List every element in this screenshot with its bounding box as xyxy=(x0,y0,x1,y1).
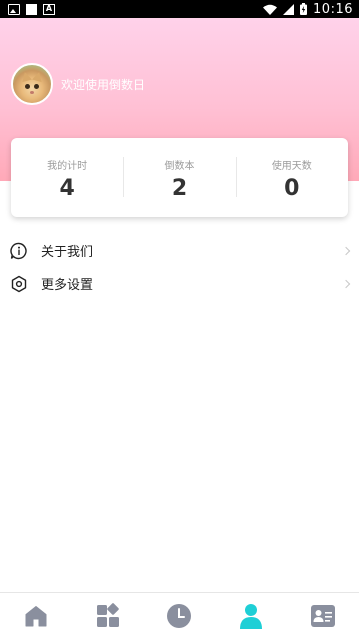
menu-item-more-settings[interactable]: 更多设置 xyxy=(0,267,359,300)
chevron-right-icon xyxy=(341,279,351,288)
nav-profile[interactable] xyxy=(231,596,271,636)
id-card-icon xyxy=(311,604,336,627)
nav-home[interactable] xyxy=(16,596,56,636)
avatar-ear-right xyxy=(32,70,44,83)
a-icon: A xyxy=(43,3,55,15)
avatar-ear-left xyxy=(20,70,32,83)
nav-clock[interactable] xyxy=(159,596,199,636)
status-right: 10:16 xyxy=(263,2,353,17)
avatar-eye-right xyxy=(34,84,39,89)
stat-label: 我的计时 xyxy=(47,160,88,172)
avatar-eye-left xyxy=(25,84,30,89)
settings-icon xyxy=(10,275,28,293)
bottom-nav xyxy=(0,592,359,638)
menu-item-label: 更多设置 xyxy=(41,278,94,293)
notification-icon xyxy=(26,3,37,15)
profile-icon xyxy=(240,603,263,629)
stat-countdown-books[interactable]: 倒数本 2 xyxy=(123,155,235,201)
menu-item-label: 关于我们 xyxy=(41,245,94,260)
menu-item-about-us[interactable]: 关于我们 xyxy=(0,234,359,267)
settings-menu: 关于我们 更多设置 xyxy=(0,234,359,300)
welcome-text: 欢迎使用倒数日 xyxy=(61,78,146,92)
clock-icon xyxy=(167,603,192,628)
battery-charging-icon xyxy=(300,3,308,15)
gallery-icon xyxy=(8,3,20,15)
stat-label: 倒数本 xyxy=(164,160,195,172)
nav-apps[interactable] xyxy=(88,596,128,636)
avatar[interactable] xyxy=(11,63,53,105)
signal-icon xyxy=(283,3,295,15)
stats-card: 我的计时 4 倒数本 2 使用天数 0 xyxy=(11,138,348,217)
stat-value: 0 xyxy=(284,175,300,201)
status-time: 10:16 xyxy=(313,1,353,17)
status-bar: A 10:16 xyxy=(0,0,359,18)
info-icon xyxy=(10,242,28,260)
stat-value: 2 xyxy=(171,175,188,201)
nav-id-card[interactable] xyxy=(303,596,343,636)
home-icon xyxy=(25,605,47,626)
status-left: A xyxy=(8,3,55,15)
stat-days-used[interactable]: 使用天数 0 xyxy=(235,155,348,201)
stat-label: 使用天数 xyxy=(271,160,312,172)
avatar-nose xyxy=(30,91,34,94)
apps-icon xyxy=(96,602,119,627)
stat-value: 4 xyxy=(59,175,75,201)
chevron-right-icon xyxy=(341,246,351,255)
stat-my-timers[interactable]: 我的计时 4 xyxy=(11,155,123,201)
wifi-icon xyxy=(263,4,278,15)
